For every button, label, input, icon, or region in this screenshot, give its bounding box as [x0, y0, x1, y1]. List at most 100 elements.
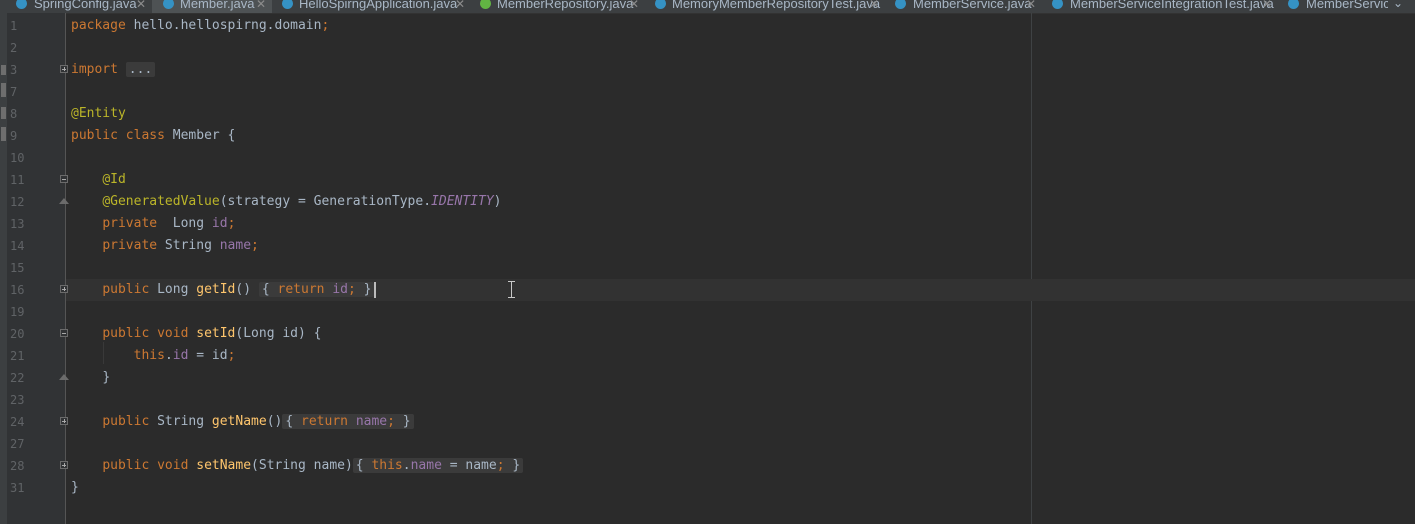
tab-hellospirngapplication[interactable]: HelloSpirngApplication.java ✕ [272, 0, 472, 13]
code-text: public String getName(){ return name; } [71, 411, 414, 433]
tab-memberservic-truncated[interactable]: MemberServic [1278, 0, 1388, 13]
line-number: 11 [10, 173, 25, 187]
code-line: 31 } [0, 477, 1415, 499]
line-number: 7 [10, 85, 18, 99]
text-caret [374, 281, 377, 298]
code-text: package hello.hellospirng.domain; [71, 18, 330, 33]
line-number: 10 [10, 151, 25, 165]
fold-collapse-icon[interactable] [60, 329, 68, 337]
code-text: } [71, 480, 79, 495]
line-number: 15 [10, 261, 25, 275]
tab-label: SpringConfig.java [34, 0, 137, 11]
code-line: 24 public String getName(){ return name;… [0, 411, 1415, 433]
code-line: 10 [0, 147, 1415, 169]
fold-collapse-icon[interactable] [60, 175, 68, 183]
line-number: 23 [10, 393, 25, 407]
code-text: this.id = id; [133, 348, 236, 363]
code-line: 11 @Id [0, 169, 1415, 191]
line-number: 9 [10, 129, 18, 143]
class-icon [16, 0, 27, 9]
folded-method-body[interactable]: { this.name = name; } [352, 458, 524, 473]
tab-member[interactable]: Member.java ✕ [152, 0, 272, 13]
folded-method-body[interactable]: { return name; } [282, 414, 414, 429]
tab-memorymemberrepositorytest[interactable]: MemoryMemberRepositoryTest.java ✕ [646, 0, 886, 13]
code-line: 13 private Long id; [0, 213, 1415, 235]
code-line: 20 public void setId(Long id) { [0, 323, 1415, 345]
interface-icon [480, 0, 491, 9]
fold-expand-icon[interactable] [60, 65, 68, 73]
tab-label: MemoryMemberRepositoryTest.java [672, 0, 881, 11]
tab-label: MemberService.java [913, 0, 1032, 11]
code-text: @Id [102, 172, 126, 187]
line-number: 8 [10, 107, 18, 121]
folded-method-body[interactable]: { return id; } [258, 282, 375, 297]
line-number: 19 [10, 305, 25, 319]
tab-memberservice[interactable]: MemberService.java ✕ [886, 0, 1042, 13]
line-number: 14 [10, 239, 25, 253]
code-line: 8 @Entity [0, 103, 1415, 125]
tab-label: MemberRepository.java [497, 0, 634, 11]
tab-label: MemberServiceIntegrationTest.java [1070, 0, 1274, 11]
tab-label: HelloSpirngApplication.java [299, 0, 458, 11]
code-line-current: 16 public Long getId() { return id; } [0, 279, 1415, 301]
tab-label: MemberServic [1306, 0, 1388, 11]
folded-import-block[interactable]: ... [125, 62, 156, 77]
code-line: 27 [0, 433, 1415, 455]
fold-expand-icon[interactable] [60, 461, 68, 469]
line-number: 2 [10, 41, 18, 55]
tab-memberserviceintegrationtest[interactable]: MemberServiceIntegrationTest.java ✕ [1042, 0, 1278, 13]
code-line: 15 [0, 257, 1415, 279]
code-text: public void setName(String name){ this.n… [71, 455, 524, 477]
class-icon [1052, 0, 1063, 9]
line-number: 20 [10, 327, 25, 341]
code-text: private Long id; [102, 216, 236, 231]
line-number: 16 [10, 283, 25, 297]
close-icon[interactable]: ✕ [869, 0, 879, 13]
code-text: import ... [71, 59, 156, 81]
code-line: 19 [0, 301, 1415, 323]
code-line: 3 import ... [0, 59, 1415, 81]
tab-springconfig[interactable]: SpringConfig.java ✕ [0, 0, 152, 13]
line-number: 3 [10, 63, 18, 77]
tab-label: Member.java [180, 0, 255, 11]
code-text: public class Member { [71, 128, 236, 143]
class-icon [1288, 0, 1299, 9]
line-number: 27 [10, 437, 25, 451]
code-line: 28 public void setName(String name){ thi… [0, 455, 1415, 477]
chevron-down-icon[interactable]: ⌄ [1393, 0, 1403, 10]
code-line: 7 [0, 81, 1415, 103]
code-text: @Entity [71, 106, 126, 121]
line-number: 12 [10, 195, 25, 209]
code-line: 9 public class Member { [0, 125, 1415, 147]
fold-expand-icon[interactable] [60, 417, 68, 425]
close-icon[interactable]: ✕ [136, 0, 146, 13]
line-number: 22 [10, 371, 25, 385]
code-line: 21 this.id = id; [0, 345, 1415, 367]
fold-end-icon[interactable] [59, 374, 69, 380]
class-icon [163, 0, 174, 9]
code-line: 12 @GeneratedValue(strategy = Generation… [0, 191, 1415, 213]
code-line: 2 [0, 37, 1415, 59]
line-number: 1 [10, 19, 18, 33]
line-number: 28 [10, 459, 25, 473]
close-icon[interactable]: ✕ [1262, 0, 1272, 13]
class-icon [895, 0, 906, 9]
close-icon[interactable]: ✕ [1026, 0, 1036, 13]
close-icon[interactable]: ✕ [455, 0, 465, 13]
code-line: 1 package hello.hellospirng.domain; [0, 15, 1415, 37]
line-number: 31 [10, 481, 25, 495]
tab-memberrepository[interactable]: MemberRepository.java ✕ [472, 0, 646, 13]
code-text: @GeneratedValue(strategy = GenerationTyp… [102, 194, 502, 209]
code-line: 14 private String name; [0, 235, 1415, 257]
class-icon [282, 0, 293, 9]
code-line: 22 } [0, 367, 1415, 389]
code-text: } [102, 370, 111, 385]
close-icon[interactable]: ✕ [256, 0, 266, 13]
fold-end-icon[interactable] [59, 198, 69, 204]
close-icon[interactable]: ✕ [629, 0, 639, 13]
code-text: private String name; [102, 238, 259, 253]
class-icon [655, 0, 666, 9]
editor-tab-bar: SpringConfig.java ✕ Member.java ✕ HelloS… [0, 0, 1415, 14]
line-number: 13 [10, 217, 25, 231]
fold-expand-icon[interactable] [60, 285, 68, 293]
